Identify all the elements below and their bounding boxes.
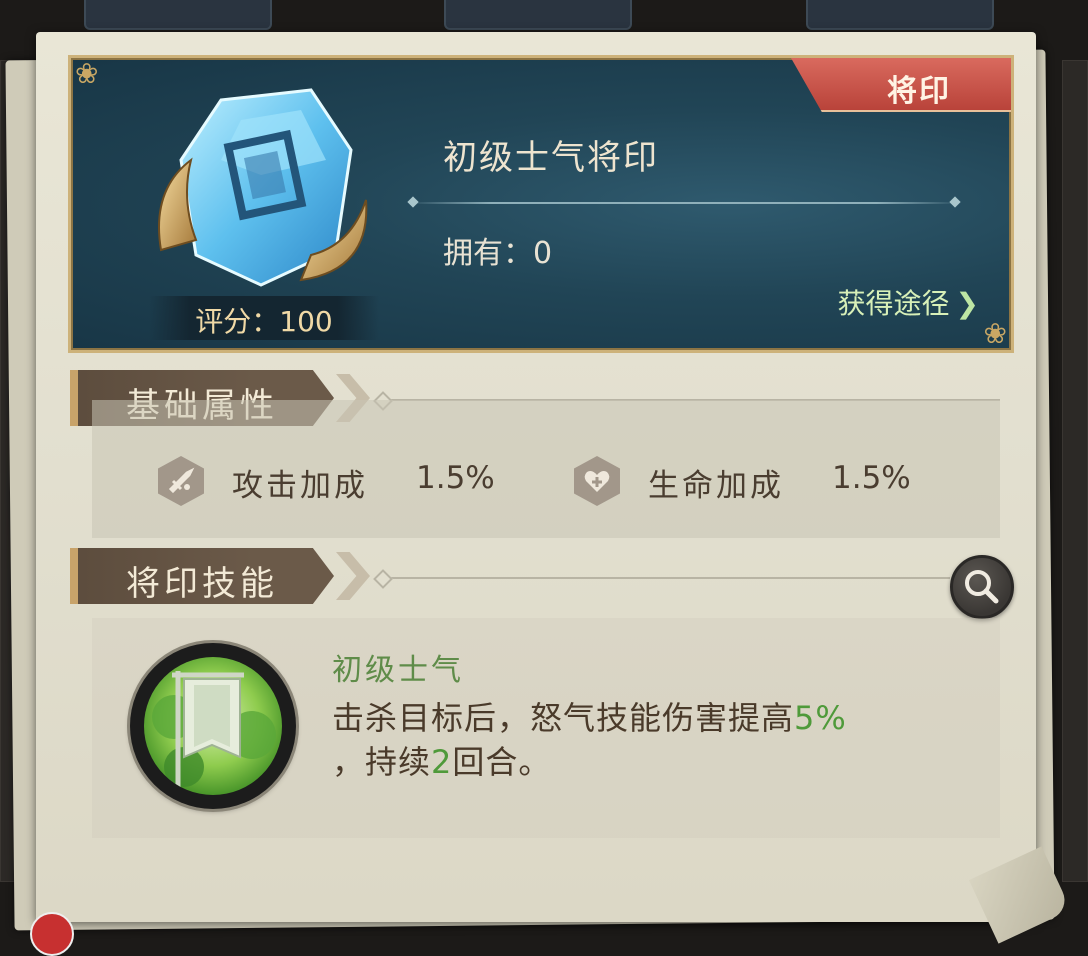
skill-description: 击杀目标后，怒气技能伤害提高5% ，持续2回合。: [332, 696, 952, 784]
skill-icon-frame[interactable]: [130, 643, 296, 809]
category-tag: 将印: [791, 58, 1011, 112]
desc-highlight: 5%: [794, 699, 847, 737]
seal-gem-icon: [151, 80, 371, 300]
acquire-source-label: 获得途径: [837, 287, 950, 320]
corner-ornament-icon: ❀: [75, 57, 99, 90]
score-value: 评分：100: [195, 305, 333, 338]
score-plate: 评分：100: [149, 296, 379, 340]
acquire-source-link[interactable]: 获得途径 ❯: [838, 282, 979, 322]
header-divider: [407, 196, 961, 208]
banner-icon: [144, 657, 282, 795]
seal-skill-header: 将印技能: [70, 548, 370, 606]
desc-text: 回合。: [452, 743, 552, 781]
attribute-value: 1.5%: [416, 460, 495, 496]
desc-text: ，持续: [332, 743, 432, 781]
category-tag-label: 将印: [887, 74, 951, 109]
chevron-right-icon: ❯: [955, 287, 979, 320]
attribute-value: 1.5%: [832, 460, 911, 496]
desc-text: 击杀目标后，怒气技能伤害提高: [332, 699, 795, 737]
notification-badge: [30, 912, 74, 956]
attribute-name: 生命加成: [648, 468, 784, 504]
section-title: 将印技能: [126, 564, 278, 604]
seal-header-card: ❀ ❀ 将印 评分：100 初级士气将印 拥有：0 获得途径 ❯: [68, 55, 1014, 353]
corner-ornament-icon: ❀: [983, 317, 1007, 350]
skill-name: 初级士气: [332, 653, 464, 688]
desc-highlight: 2: [431, 743, 453, 781]
background-panel: [1062, 60, 1088, 882]
search-icon: [965, 570, 999, 604]
section-divider: [373, 569, 950, 589]
owned-count: 拥有：0: [443, 236, 553, 271]
item-title: 初级士气将印: [443, 138, 659, 178]
background-tab: [444, 0, 632, 30]
attribute-name: 攻击加成: [232, 468, 368, 504]
background-tab: [806, 0, 994, 30]
magnify-button[interactable]: [950, 555, 1014, 619]
background-tab: [84, 0, 272, 30]
